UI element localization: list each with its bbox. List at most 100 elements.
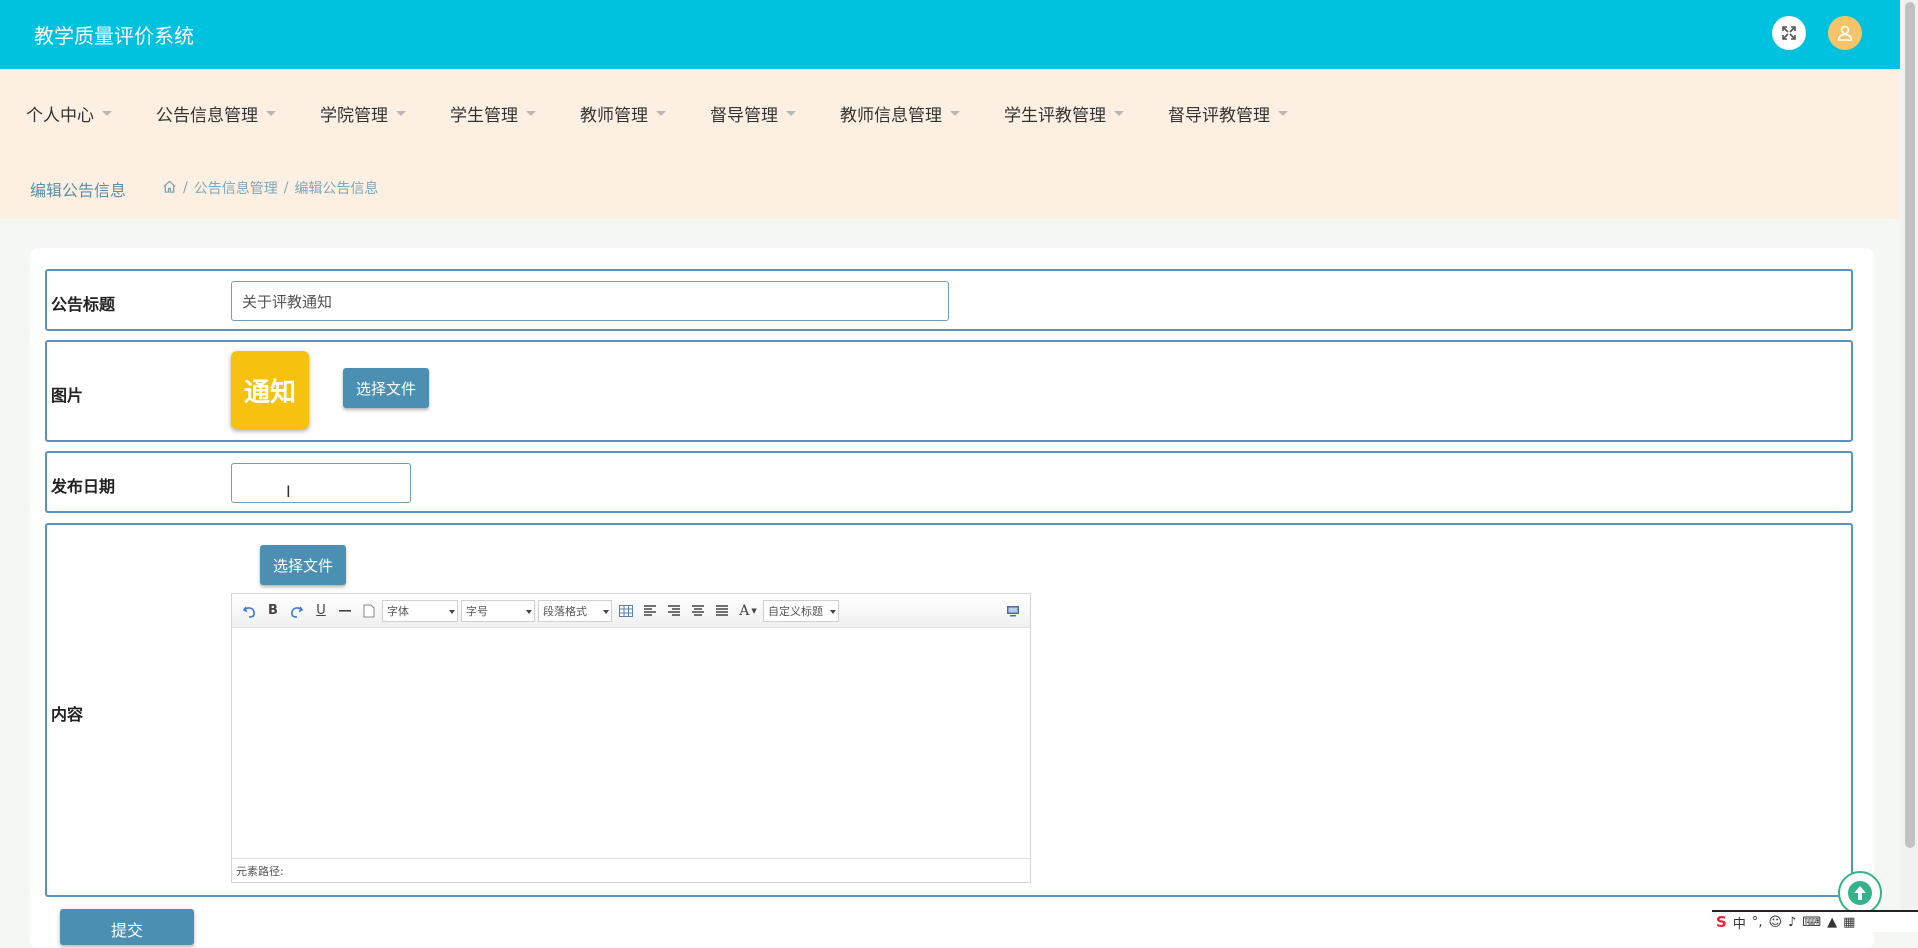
- keyboard-icon[interactable]: ⌨: [1802, 915, 1821, 930]
- redo-icon[interactable]: [286, 600, 308, 622]
- nav-item-personal-center[interactable]: 个人中心: [26, 101, 112, 126]
- app-title: 教学质量评价系统: [34, 24, 194, 48]
- paragraph-format-value: 段落格式: [543, 604, 587, 618]
- chevron-down-icon: [603, 609, 609, 614]
- page-title: 编辑公告信息: [30, 181, 127, 200]
- submit-button[interactable]: 提交: [60, 909, 194, 945]
- ime-toolbar: S 中 °, ☺ ♪ ⌨ ▲ ▦: [1712, 910, 1918, 932]
- underline-button[interactable]: U: [310, 600, 332, 622]
- punctuation-icon[interactable]: °,: [1752, 915, 1763, 930]
- breadcrumb-bar: 编辑公告信息 / 公告信息管理 / 编辑公告信息: [0, 157, 1900, 219]
- chevron-down-icon: [830, 609, 836, 614]
- custom-heading-select[interactable]: 自定义标题: [763, 599, 839, 622]
- breadcrumb-separator: /: [183, 180, 188, 196]
- breadcrumb-separator: /: [283, 180, 289, 196]
- sogou-logo-icon: S: [1716, 913, 1727, 931]
- vertical-scrollbar[interactable]: [1901, 0, 1918, 930]
- breadcrumb-item-edit-announcement: 编辑公告信息: [294, 181, 379, 197]
- chevron-down-icon: [656, 111, 666, 116]
- element-path: 元素路径:: [232, 858, 1030, 882]
- choose-image-button[interactable]: 选择文件: [343, 368, 429, 408]
- align-justify-icon[interactable]: [711, 600, 733, 622]
- bold-button[interactable]: B: [262, 600, 284, 622]
- font-family-value: 字体: [387, 604, 409, 618]
- chevron-down-icon: [449, 609, 455, 614]
- settings-icon[interactable]: ▦: [1843, 915, 1855, 930]
- nav-label: 学生评教管理: [1004, 106, 1106, 126]
- custom-heading-value: 自定义标题: [768, 604, 823, 618]
- nav-label: 督导管理: [710, 106, 778, 126]
- emoji-icon[interactable]: ☺: [1768, 915, 1782, 930]
- nav-item-announcement-management[interactable]: 公告信息管理: [156, 101, 276, 126]
- editor-toolbar: B U 字体 字号 段落格式 A ▼ 自定义标题: [232, 594, 1030, 628]
- breadcrumb: / 公告信息管理 / 编辑公告信息: [162, 178, 378, 198]
- chevron-down-icon: [102, 111, 112, 116]
- date-input[interactable]: [231, 463, 411, 503]
- title-row: 公告标题: [45, 269, 1853, 331]
- ime-language[interactable]: 中: [1733, 913, 1746, 932]
- chevron-down-icon: [266, 111, 276, 116]
- font-color-button[interactable]: A ▼: [735, 600, 761, 622]
- back-to-top-icon[interactable]: [1838, 871, 1882, 915]
- main-nav: 个人中心 公告信息管理 学院管理 学生管理 教师管理 督导管理 教师信息管理 学…: [0, 69, 1900, 158]
- notice-thumbnail: 通知: [231, 351, 309, 429]
- home-icon[interactable]: [162, 179, 177, 198]
- scrollbar-thumb[interactable]: [1905, 2, 1915, 848]
- skin-icon[interactable]: ▲: [1827, 915, 1837, 930]
- horizontal-rule-icon[interactable]: [334, 600, 356, 622]
- date-label: 发布日期: [51, 477, 116, 496]
- nav-label: 教师信息管理: [840, 106, 942, 126]
- preview-icon[interactable]: [1002, 600, 1024, 622]
- choose-content-file-button[interactable]: 选择文件: [260, 545, 346, 585]
- chevron-down-icon: [1114, 111, 1124, 116]
- nav-item-supervisor-evaluation-management[interactable]: 督导评教管理: [1168, 101, 1288, 126]
- nav-label: 个人中心: [26, 106, 94, 126]
- nav-item-student-management[interactable]: 学生管理: [450, 101, 536, 126]
- header-bar: 教学质量评价系统: [0, 0, 1900, 69]
- chevron-down-icon: [1278, 111, 1288, 116]
- image-row: 图片 通知 选择文件: [45, 340, 1853, 442]
- image-label: 图片: [51, 386, 84, 405]
- thumbnail-text: 通知: [243, 377, 296, 408]
- text-cursor-icon: I: [286, 482, 291, 501]
- nav-label: 教师管理: [580, 106, 648, 126]
- content-label: 内容: [51, 705, 84, 724]
- title-input[interactable]: [231, 281, 949, 321]
- content-row: 内容 选择文件 B U 字体 字号 段落格式 A ▼ 自定义标题 元素路径:: [45, 523, 1853, 897]
- undo-icon[interactable]: [238, 600, 260, 622]
- microphone-icon[interactable]: ♪: [1788, 915, 1796, 930]
- form-panel: 公告标题 图片 通知 选择文件 发布日期 内容 选择文件 B U: [30, 248, 1874, 948]
- document-icon[interactable]: [358, 600, 380, 622]
- nav-label: 公告信息管理: [156, 106, 258, 126]
- user-icon[interactable]: [1828, 16, 1862, 50]
- nav-item-college-management[interactable]: 学院管理: [320, 101, 406, 126]
- font-family-select[interactable]: 字体: [382, 599, 458, 622]
- editor-content-area[interactable]: [232, 628, 1030, 858]
- font-color-label: A: [739, 602, 750, 619]
- nav-item-teacher-info-management[interactable]: 教师信息管理: [840, 101, 960, 126]
- nav-label: 学生管理: [450, 106, 518, 126]
- nav-item-student-evaluation-management[interactable]: 学生评教管理: [1004, 101, 1124, 126]
- chevron-down-icon: [526, 609, 532, 614]
- nav-item-supervisor-management[interactable]: 督导管理: [710, 101, 796, 126]
- font-size-value: 字号: [466, 604, 488, 618]
- table-icon[interactable]: [615, 600, 637, 622]
- nav-label: 督导评教管理: [1168, 106, 1270, 126]
- nav-label: 学院管理: [320, 106, 388, 126]
- chevron-down-icon: [950, 111, 960, 116]
- date-row: 发布日期: [45, 451, 1853, 513]
- align-right-icon[interactable]: [663, 600, 685, 622]
- align-left-icon[interactable]: [639, 600, 661, 622]
- nav-menu: 个人中心 公告信息管理 学院管理 学生管理 教师管理 督导管理 教师信息管理 学…: [26, 101, 1332, 126]
- chevron-down-icon: ▼: [751, 606, 757, 615]
- title-label: 公告标题: [51, 295, 116, 314]
- paragraph-format-select[interactable]: 段落格式: [538, 599, 612, 622]
- rich-text-editor: B U 字体 字号 段落格式 A ▼ 自定义标题 元素路径:: [231, 593, 1031, 883]
- breadcrumb-item-announcement-management[interactable]: 公告信息管理: [194, 178, 278, 198]
- expand-icon[interactable]: [1772, 16, 1806, 50]
- font-size-select[interactable]: 字号: [461, 599, 535, 622]
- nav-item-teacher-management[interactable]: 教师管理: [580, 101, 666, 126]
- chevron-down-icon: [786, 111, 796, 116]
- align-center-icon[interactable]: [687, 600, 709, 622]
- chevron-down-icon: [526, 111, 536, 116]
